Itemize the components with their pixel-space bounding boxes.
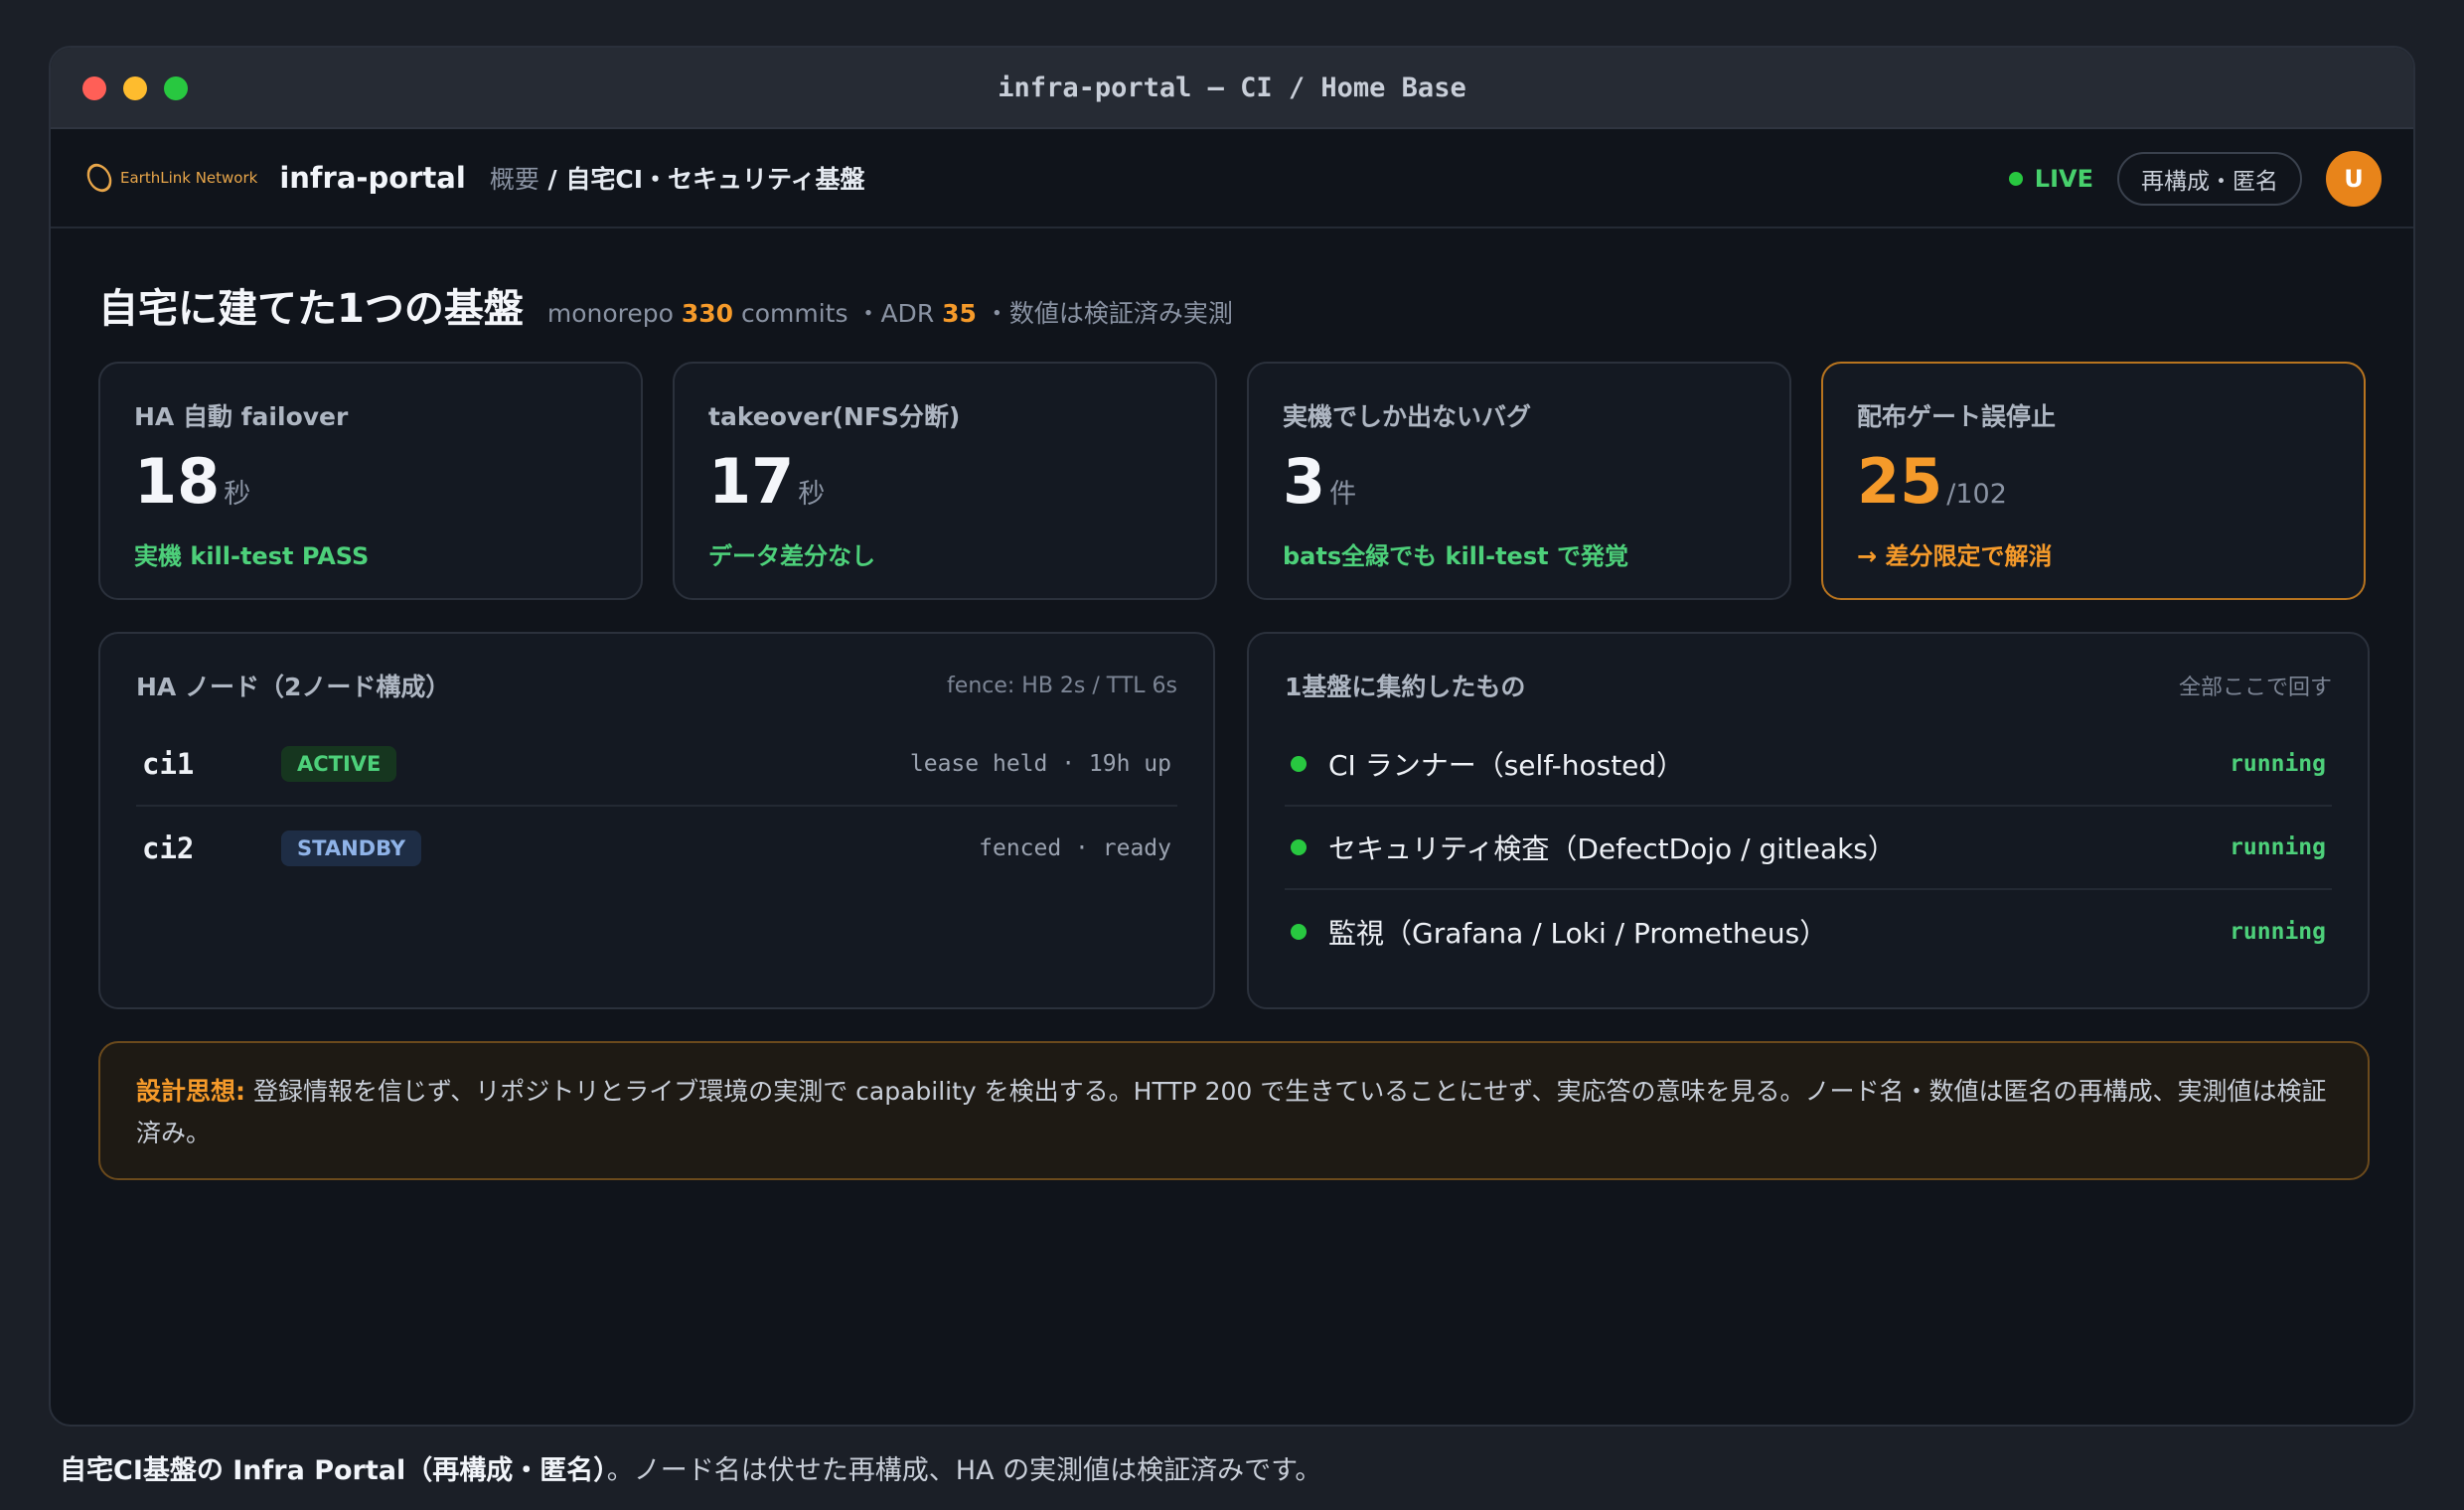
card-label: 配布ゲート誤停止: [1857, 402, 2057, 431]
title-bar: infra-portal — CI / Home Base: [51, 48, 2413, 129]
node-info: lease held · 19h up: [909, 751, 1171, 777]
panel-meta: 全部ここで回す: [2178, 676, 2332, 700]
card-value: 25/102: [1857, 451, 2330, 513]
philosophy-text: 登録情報を信じず、リポジトリとライブ環境の実測で capability を検出す…: [136, 1077, 2327, 1147]
philosophy-label: 設計思想:: [136, 1077, 245, 1106]
status-badge: STANDBY: [281, 830, 422, 866]
adr-count: 35: [942, 299, 977, 328]
service-status: running: [2230, 834, 2326, 860]
panel-title: 1基盤に集約したもの: [1285, 673, 1526, 701]
metric-card-gate: 配布ゲート誤停止 25/102 → 差分限定で解消: [1821, 362, 2366, 600]
user-avatar[interactable]: U: [2326, 151, 2382, 207]
brand-logo[interactable]: EarthLink Network: [81, 159, 258, 197]
ha-nodes-panel: HA ノード（2ノード構成） fence: HB 2s / TTL 6s ci1…: [98, 632, 1215, 1009]
service-row[interactable]: 監視（Grafana / Loki / Prometheus） running: [1285, 890, 2332, 974]
service-status: running: [2230, 919, 2326, 945]
live-indicator: LIVE: [2008, 165, 2093, 193]
node-name: ci2: [142, 831, 195, 865]
status-dot-icon: [1291, 839, 1307, 855]
card-number: 25: [1857, 445, 1943, 518]
services-panel: 1基盤に集約したもの 全部ここで回す CI ランナー（self-hosted） …: [1247, 632, 2370, 1009]
page-header: 自宅に建てた1つの基盤 monorepo 330 commits ・ADR 35…: [98, 276, 1233, 334]
card-label: HA 自動 failover: [134, 402, 349, 431]
ring-logo-icon: [81, 159, 117, 197]
node-row[interactable]: ci1 ACTIVE lease held · 19h up: [136, 723, 1177, 807]
commits-count: 330: [681, 299, 734, 328]
caption-bold: 自宅CI基盤の Infra Portal（再構成・匿名）: [60, 1455, 607, 1486]
card-note: → 差分限定で解消: [1857, 542, 2053, 570]
nav-right: LIVE 再構成・匿名 U: [2008, 151, 2382, 207]
card-unit: 秒: [798, 479, 826, 510]
panel-meta: fence: HB 2s / TTL 6s: [947, 673, 1177, 698]
metric-card-takeover: takeover(NFS分断) 17 秒 データ差分なし: [673, 362, 1217, 600]
card-number: 17: [708, 445, 795, 518]
page-subtitle: monorepo 330 commits ・ADR 35 ・数値は検証済み実測: [547, 294, 1233, 330]
node-list: ci1 ACTIVE lease held · 19h up ci2 STAND…: [136, 723, 1177, 890]
subtitle-commits: commits ・ADR: [733, 299, 943, 328]
panel-header: HA ノード（2ノード構成） fence: HB 2s / TTL 6s: [136, 668, 1177, 703]
design-philosophy-note: 設計思想: 登録情報を信じず、リポジトリとライブ環境の実測で capabilit…: [98, 1041, 2370, 1180]
card-value: 18 秒: [134, 451, 607, 513]
window-controls: [82, 76, 188, 100]
breadcrumb-parent[interactable]: 概要: [490, 165, 539, 194]
status-dot-icon: [1291, 924, 1307, 940]
panel-title: HA ノード（2ノード構成）: [136, 673, 451, 701]
card-note: 実機 kill-test PASS: [134, 542, 370, 570]
maximize-window-button[interactable]: [164, 76, 188, 100]
card-value: 17 秒: [708, 451, 1181, 513]
caption-rest: 。ノード名は伏せた再構成、HA の実測値は検証済みです。: [606, 1455, 1322, 1486]
live-label: LIVE: [2034, 165, 2093, 193]
node-row[interactable]: ci2 STANDBY fenced · ready: [136, 807, 1177, 890]
service-name: セキュリティ検査（DefectDojo / gitleaks）: [1328, 832, 1896, 865]
panel-header: 1基盤に集約したもの 全部ここで回す: [1285, 668, 2332, 703]
page-title: 自宅に建てた1つの基盤: [98, 286, 524, 332]
card-note: bats全緑でも kill-test で発覚: [1283, 542, 1628, 570]
node-info: fenced · ready: [979, 835, 1171, 861]
service-status: running: [2230, 751, 2326, 777]
card-note: データ差分なし: [708, 542, 875, 570]
metric-card-failover: HA 自動 failover 18 秒 実機 kill-test PASS: [98, 362, 643, 600]
subtitle-prefix: monorepo: [546, 299, 682, 328]
app-window: infra-portal — CI / Home Base EarthLink …: [49, 46, 2415, 1427]
service-name: CI ランナー（self-hosted）: [1328, 749, 1685, 782]
breadcrumb: 概要 / 自宅CI・セキュリティ基盤: [490, 160, 865, 196]
top-nav: EarthLink Network infra-portal 概要 / 自宅CI…: [51, 129, 2413, 228]
service-name: 監視（Grafana / Loki / Prometheus）: [1328, 917, 1828, 950]
card-label: 実機でしか出ないバグ: [1283, 402, 1532, 431]
logo-text: EarthLink Network: [120, 169, 258, 187]
metric-card-bugs: 実機でしか出ないバグ 3件 bats全緑でも kill-test で発覚: [1247, 362, 1791, 600]
breadcrumb-current: 自宅CI・セキュリティ基盤: [565, 165, 865, 194]
status-dot-icon: [1291, 756, 1307, 772]
card-label: takeover(NFS分断): [708, 402, 961, 431]
card-unit: /102: [1946, 479, 2007, 510]
minimize-window-button[interactable]: [123, 76, 147, 100]
screenshot-caption: 自宅CI基盤の Infra Portal（再構成・匿名）。ノード名は伏せた再構成…: [60, 1448, 1321, 1487]
mode-pill-button[interactable]: 再構成・匿名: [2117, 152, 2302, 206]
node-name: ci1: [142, 747, 195, 781]
live-dot-icon: [2008, 172, 2023, 186]
breadcrumb-separator: /: [539, 165, 566, 194]
app-name[interactable]: infra-portal: [279, 161, 465, 195]
service-list: CI ランナー（self-hosted） running セキュリティ検査（De…: [1285, 723, 2332, 974]
card-number: 18: [134, 445, 221, 518]
service-row[interactable]: セキュリティ検査（DefectDojo / gitleaks） running: [1285, 807, 2332, 890]
card-unit: 件: [1329, 479, 1357, 510]
service-row[interactable]: CI ランナー（self-hosted） running: [1285, 723, 2332, 807]
subtitle-suffix: ・数値は検証済み実測: [976, 299, 1233, 328]
metric-cards: HA 自動 failover 18 秒 実機 kill-test PASS tak…: [98, 362, 2366, 600]
window-title: infra-portal — CI / Home Base: [998, 72, 1466, 103]
card-value: 3件: [1283, 451, 1756, 513]
card-unit: 秒: [224, 479, 251, 510]
status-badge: ACTIVE: [281, 746, 397, 782]
card-number: 3: [1283, 445, 1326, 518]
close-window-button[interactable]: [82, 76, 106, 100]
